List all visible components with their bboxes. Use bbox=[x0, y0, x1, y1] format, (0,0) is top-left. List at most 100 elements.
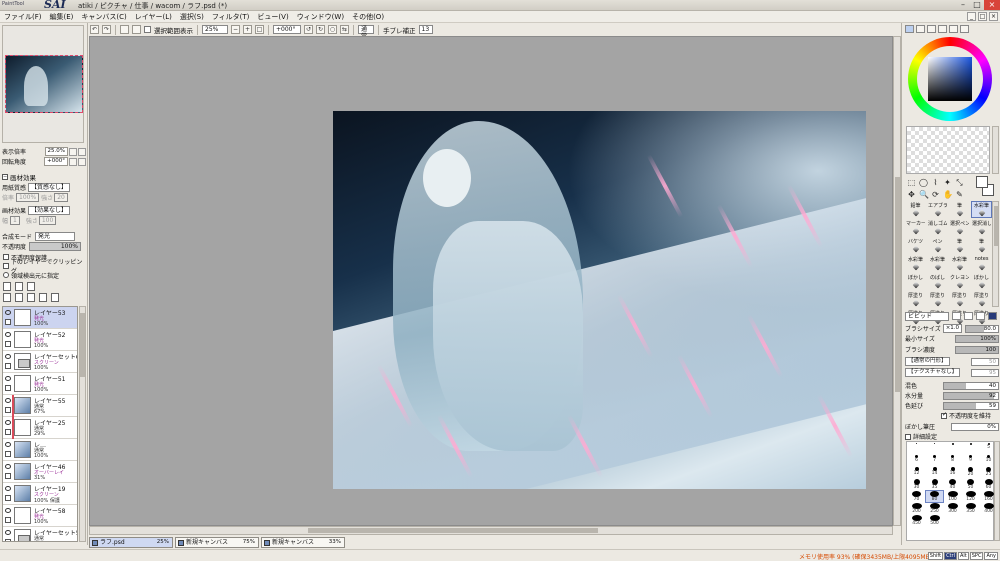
rotate-left-button[interactable]: ↺ bbox=[304, 25, 313, 34]
layer-scroll-thumb[interactable] bbox=[80, 313, 85, 377]
navigator-thumbnail[interactable] bbox=[5, 55, 83, 113]
brush-size-slider[interactable]: 80.0 bbox=[965, 324, 999, 333]
visibility-eye-icon[interactable] bbox=[5, 464, 11, 469]
maximize-button[interactable]: □ bbox=[970, 0, 984, 10]
visibility-eye-icon[interactable] bbox=[5, 508, 11, 513]
rect-select-icon[interactable]: ⬚ bbox=[907, 178, 916, 187]
keep-opacity-checkbox[interactable] bbox=[941, 411, 947, 419]
layer-row[interactable]: レイヤー52 発光 100% bbox=[3, 329, 77, 351]
menu-edit[interactable]: 編集(E) bbox=[46, 11, 78, 22]
brush-slot[interactable]: 鉛筆 bbox=[905, 201, 926, 218]
detail-settings-toggle[interactable] bbox=[905, 433, 911, 440]
zoom-icon[interactable]: 🔍 bbox=[919, 190, 929, 199]
redo-button[interactable]: ↷ bbox=[102, 25, 111, 34]
brush-scroll-thumb[interactable] bbox=[994, 206, 998, 246]
keep-opacity-row[interactable]: 不透明度を維持 bbox=[905, 411, 999, 420]
mix-slider[interactable]: 40 bbox=[943, 381, 999, 390]
brush-slot[interactable]: 水彩筆 bbox=[927, 255, 948, 272]
brush-size-preset[interactable] bbox=[908, 443, 925, 454]
brush-size-preset[interactable]: 16 bbox=[944, 467, 961, 478]
zoom-reset-button[interactable]: □ bbox=[255, 25, 264, 34]
paper-effect-header[interactable]: − 画材効果 bbox=[2, 172, 86, 182]
layer-lock-checkbox[interactable] bbox=[5, 385, 11, 391]
brush-slot[interactable]: 厚塗り bbox=[927, 291, 948, 308]
blend-mode-select[interactable]: 発光 bbox=[35, 232, 76, 241]
effect-strength-field[interactable]: 100 bbox=[38, 216, 57, 225]
brush-slot[interactable]: 厚塗り bbox=[971, 291, 992, 308]
layer-lock-checkbox[interactable] bbox=[5, 319, 11, 325]
color-wheel[interactable] bbox=[908, 37, 992, 121]
layer-lock-checkbox[interactable] bbox=[5, 363, 11, 369]
canvas-artwork[interactable] bbox=[333, 111, 866, 489]
texture-strength-field[interactable]: 20 bbox=[54, 193, 68, 202]
brush-size-preset[interactable]: 20 bbox=[962, 467, 979, 478]
layer-lock-checkbox[interactable] bbox=[5, 539, 11, 541]
layer-list[interactable]: レイヤー53 発光 100% レイヤー52 発光 100% レイヤーセット6 スクリーン 100… bbox=[2, 306, 78, 542]
brush-shape-round-button[interactable] bbox=[964, 312, 973, 320]
brush-size-preset[interactable]: 350 bbox=[962, 503, 979, 514]
mdi-minimize-button[interactable]: _ bbox=[967, 12, 976, 21]
brush-size-preset[interactable] bbox=[944, 443, 961, 454]
rgb-slider-mode-button[interactable] bbox=[916, 25, 925, 33]
menu-canvas[interactable]: キャンバス(C) bbox=[77, 11, 130, 22]
texture-select[interactable]: 【質感なし】 bbox=[28, 183, 71, 192]
brush-slot[interactable]: 水彩筆 bbox=[905, 255, 926, 272]
brush-size-preset[interactable]: 300 bbox=[944, 503, 961, 514]
layer-row[interactable]: レイヤー25 通常 29% bbox=[3, 417, 77, 439]
menu-other[interactable]: その他(O) bbox=[348, 11, 388, 22]
clipping-row[interactable]: 下のレイヤーでクリッピング bbox=[3, 259, 87, 275]
visibility-eye-icon[interactable] bbox=[5, 398, 11, 403]
brush-slot[interactable]: ぼかし bbox=[971, 273, 992, 290]
brush-size-preset[interactable]: 450 bbox=[908, 515, 925, 526]
brush-slot[interactable]: 選択消し bbox=[971, 219, 992, 236]
brush-size-preset[interactable]: 50 bbox=[962, 479, 979, 490]
brush-size-preset[interactable]: 250 bbox=[926, 503, 943, 514]
canvas-horizontal-scrollbar[interactable] bbox=[89, 526, 893, 535]
brush-size-preset[interactable]: 9 bbox=[962, 455, 979, 466]
brush-slot[interactable]: ぼかし bbox=[905, 273, 926, 290]
move-icon[interactable]: ⤡ bbox=[955, 178, 964, 187]
visibility-eye-icon[interactable] bbox=[5, 530, 11, 535]
brush-slot[interactable]: 水彩筆 bbox=[949, 255, 970, 272]
brush-density-slider[interactable]: 100 bbox=[955, 345, 999, 354]
close-button[interactable]: × bbox=[984, 0, 1000, 10]
brush-slot[interactable]: notes bbox=[971, 255, 992, 272]
collapse-icon[interactable]: − bbox=[2, 173, 8, 180]
swatch-scrollbar[interactable] bbox=[992, 126, 999, 174]
brush-shape-select[interactable]: 【通常の円形】 bbox=[905, 357, 950, 366]
minimize-button[interactable]: – bbox=[956, 0, 970, 10]
brush-size-preset[interactable]: 200 bbox=[908, 503, 925, 514]
protect-opacity-checkbox[interactable] bbox=[3, 254, 9, 260]
canvas-vscroll-thumb[interactable] bbox=[895, 177, 900, 392]
selection-source-radio[interactable] bbox=[3, 272, 9, 278]
new-folder-icon[interactable] bbox=[27, 282, 35, 291]
saturation-value-square[interactable] bbox=[928, 57, 972, 101]
mdi-close-button[interactable]: × bbox=[989, 12, 998, 21]
rotation-field[interactable]: +000° bbox=[273, 25, 301, 34]
color-wheel-mode-button[interactable] bbox=[905, 25, 914, 33]
zoom-in-button[interactable]: + bbox=[243, 25, 252, 34]
merge-down-icon[interactable] bbox=[15, 293, 23, 302]
swatch-mode-button[interactable] bbox=[949, 25, 958, 33]
brush-size-preset[interactable]: 80 bbox=[925, 490, 944, 503]
visibility-eye-icon[interactable] bbox=[5, 420, 11, 425]
water-slider[interactable]: 92 bbox=[943, 391, 999, 400]
brush-size-preset[interactable]: 40 bbox=[944, 479, 961, 490]
hand-icon[interactable]: ✋ bbox=[943, 190, 953, 199]
menu-window[interactable]: ウィンドウ(W) bbox=[293, 11, 348, 22]
doc-tab-new-canvas-2[interactable]: 新規キャンバス 33% bbox=[261, 537, 345, 548]
brush-size-preset[interactable]: 8 bbox=[944, 455, 961, 466]
copy-layer-icon[interactable] bbox=[3, 293, 11, 302]
brush-size-preset[interactable]: 6 bbox=[908, 455, 925, 466]
opacity-slider[interactable]: 100% bbox=[29, 242, 82, 251]
layer-lock-checkbox[interactable] bbox=[5, 517, 11, 523]
visibility-eye-icon[interactable] bbox=[5, 376, 11, 381]
visibility-eye-icon[interactable] bbox=[5, 486, 11, 491]
brush-slot[interactable]: 筆 bbox=[971, 237, 992, 254]
brush-slot[interactable]: 厚塗り bbox=[905, 291, 926, 308]
layer-row[interactable]: レイヤー58 発光 100% bbox=[3, 505, 77, 527]
nav-angle-value[interactable]: +000° bbox=[44, 157, 68, 166]
zoom-out-button[interactable]: − bbox=[231, 25, 240, 34]
effect-width-field[interactable]: 1 bbox=[10, 216, 20, 225]
brush-size-preset[interactable]: 70 bbox=[908, 491, 925, 502]
